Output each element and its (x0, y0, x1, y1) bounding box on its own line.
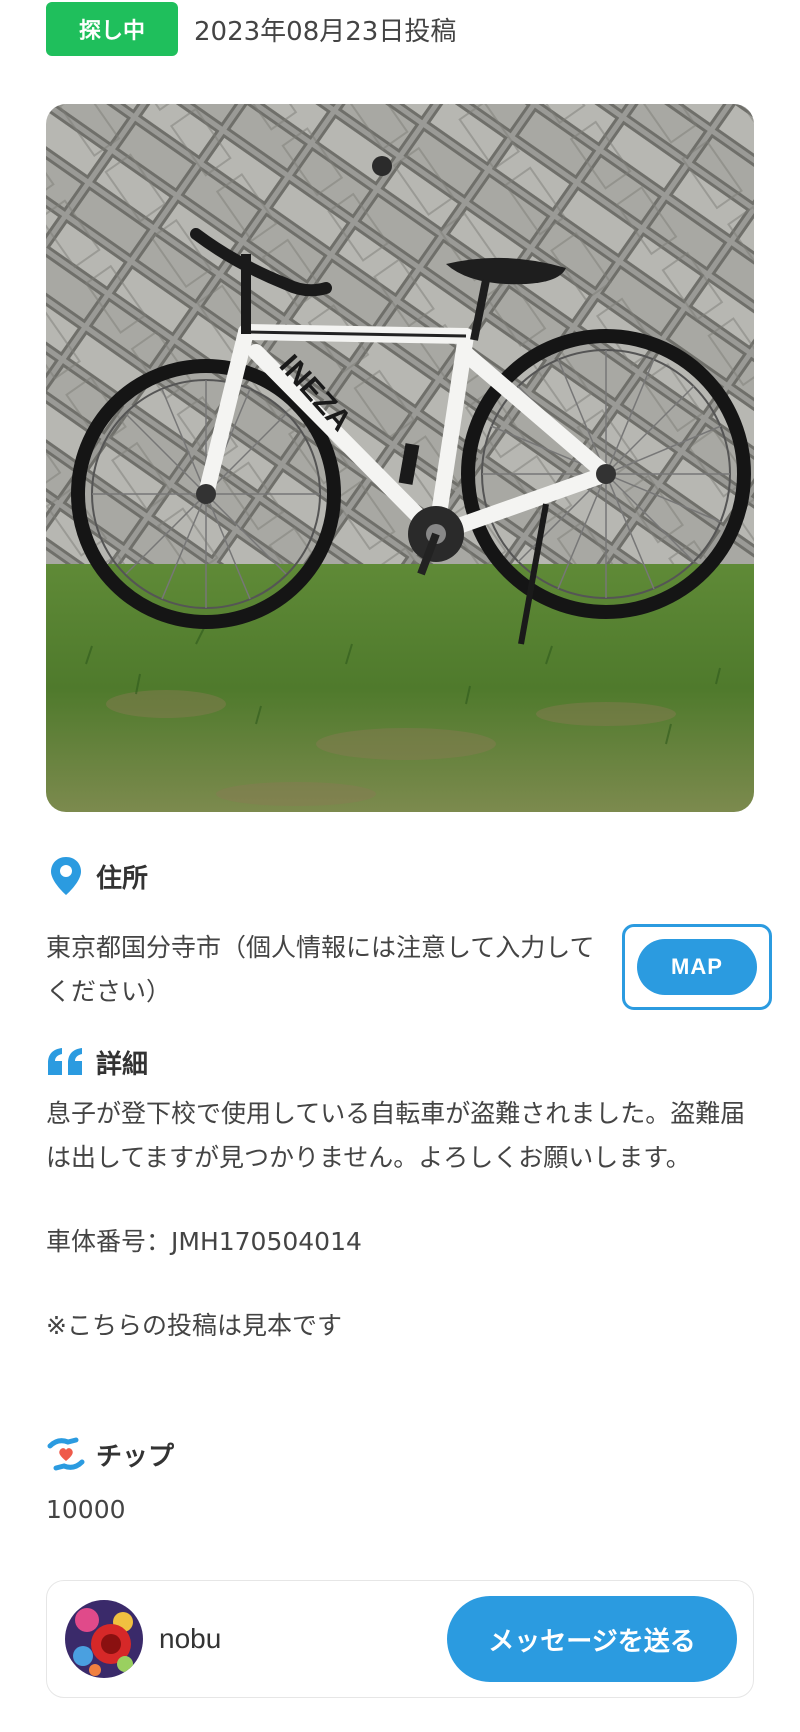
vehicle-number: 車体番号：JMH170504014 (46, 1227, 362, 1256)
status-row: 探し中 2023年08月23日投稿 (46, 2, 456, 56)
quote-icon (46, 1042, 86, 1082)
detail-body: 息子が登下校で使用している自転車が盗難されました。盗難届は出してますが見つかりま… (46, 1092, 758, 1388)
detail-title: 詳細 (96, 1049, 149, 1080)
detail-title-row: 詳細 (46, 1042, 148, 1082)
avatar[interactable] (65, 1600, 143, 1678)
address-text: 東京都国分寺市（個人情報には注意して入力してください） (46, 933, 595, 1006)
send-message-button[interactable]: メッセージを送る (447, 1596, 737, 1682)
status-badge: 探し中 (46, 2, 178, 56)
user-card: nobu メッセージを送る (46, 1580, 754, 1698)
post-date: 2023年08月23日投稿 (194, 16, 457, 47)
map-button-frame: MAP (622, 924, 772, 1010)
location-pin-icon (46, 856, 86, 896)
map-button[interactable]: MAP (637, 939, 757, 995)
sample-note: ※こちらの投稿は見本です (46, 1311, 342, 1340)
tip-title-row: チップ (46, 1434, 174, 1474)
address-title-row: 住所 (46, 856, 148, 896)
hand-heart-icon (46, 1434, 86, 1474)
address-title: 住所 (96, 863, 149, 894)
detail-paragraph: 息子が登下校で使用している自転車が盗難されました。盗難届は出してますが見つかりま… (46, 1099, 746, 1172)
user-name[interactable]: nobu (159, 1623, 447, 1655)
tip-value: 10000 (46, 1495, 126, 1524)
tip-title: チップ (96, 1441, 175, 1472)
bicycle-photo: INEZA (46, 104, 754, 812)
